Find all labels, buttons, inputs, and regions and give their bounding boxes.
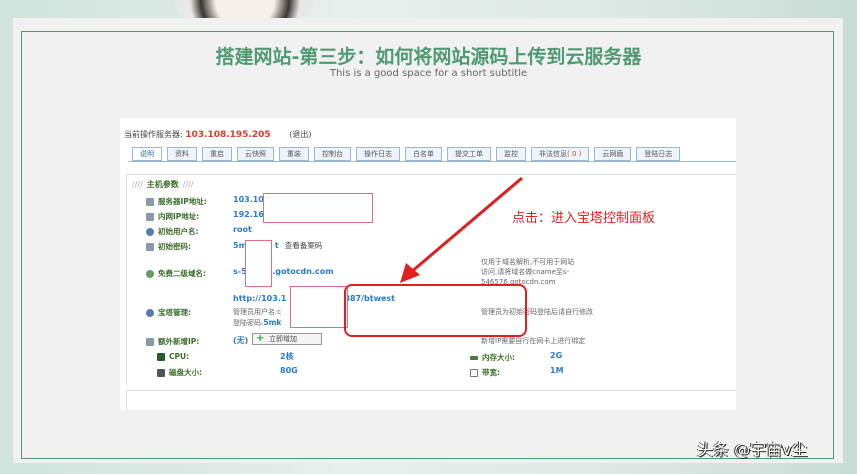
lan-ip-label: 内网IP地址:: [158, 212, 200, 221]
tab-cloud-shield[interactable]: 云网盾: [594, 147, 632, 161]
tab-console[interactable]: 控制台: [314, 147, 351, 161]
server-ip-label: 服务器IP地址:: [158, 197, 207, 206]
domain-label: 免费二级域名:: [158, 269, 206, 278]
plus-icon: +: [256, 333, 265, 344]
tab-whitelist[interactable]: 白名单: [405, 147, 442, 161]
password-tail: t: [274, 241, 279, 250]
user-value: root: [233, 225, 252, 234]
tab-info[interactable]: 说明: [132, 147, 162, 161]
illegal-count: ( 0 ): [567, 150, 582, 158]
highlight-box: [344, 284, 527, 337]
key-icon: [146, 242, 154, 251]
cpu-value: 2核: [280, 352, 294, 361]
extra-ip-note: 新增IP需要自行在网卡上进行绑定: [481, 337, 586, 345]
add-ip-label: 立即增加: [269, 335, 297, 343]
password-label: 初始密码:: [158, 242, 191, 251]
cpu-icon: [157, 352, 165, 361]
bandwidth-value: 1M: [550, 366, 564, 375]
user-icon: [146, 227, 154, 236]
redaction-box: [263, 193, 373, 223]
tab-illegal-label: 非法信息: [539, 150, 567, 158]
disk-icon: [157, 368, 165, 377]
section-header: ////主机参数////: [132, 180, 194, 189]
extra-ip-value: (无): [233, 336, 249, 345]
tab-bar: 说明 资料 重启 云快照 重装 控制台 操作日志 白名单 提交工单 监控 非法信…: [128, 147, 736, 162]
slide-subtitle: This is a good space for a short subtitl…: [329, 68, 528, 79]
watermark: 头条 @宇宙v尘: [697, 440, 808, 459]
logout-link[interactable]: (退出): [289, 130, 311, 139]
tab-data[interactable]: 资料: [167, 147, 197, 161]
globe-icon: [146, 269, 154, 278]
user-label: 初始用户名:: [158, 227, 199, 236]
lan-ip-value: 192.16: [233, 210, 264, 219]
view-record-link[interactable]: 查看备案码: [285, 241, 323, 250]
redaction-box: [290, 286, 348, 328]
cpu-label: CPU:: [169, 352, 190, 361]
annotation-callout: 点击：进入宝塔控制面板: [512, 211, 656, 226]
disk-label: 磁盘大小:: [169, 368, 202, 377]
bandwidth-label: 带宽:: [482, 368, 500, 377]
bt-admin-user: 管理员用户名:c: [233, 308, 282, 316]
domain-tail: 6.gotocdn.com: [266, 267, 334, 276]
add-ip-button[interactable]: + 立即增加: [252, 333, 322, 345]
bandwidth-icon: [470, 368, 478, 377]
tab-operation-log[interactable]: 操作日志: [356, 147, 400, 161]
slide-title: 搭建网站-第三步：如何将网站源码上传到云服务器: [215, 46, 642, 68]
bt-url: http://103.1: [233, 294, 287, 303]
memory-value: 2G: [550, 351, 563, 360]
server-icon: [146, 212, 154, 221]
current-server: 当前操作服务器: 103.108.195.205 (退出): [124, 129, 311, 140]
memory-icon: [470, 355, 478, 360]
tab-reinstall[interactable]: 重装: [279, 147, 309, 161]
extra-ip-label: 额外新增IP:: [158, 337, 200, 346]
next-section: [126, 390, 736, 410]
tab-ticket[interactable]: 提交工单: [447, 147, 491, 161]
disk-value: 80G: [280, 366, 298, 375]
redaction-box: [245, 240, 272, 287]
server-ip-value: 103.10: [233, 195, 264, 204]
tab-illegal-info[interactable]: 非法信息( 0 ): [531, 147, 590, 161]
bt-pass-value: 5mk: [263, 318, 282, 327]
tab-snapshot[interactable]: 云快照: [237, 147, 274, 161]
server-ip: 103.108.195.205: [185, 130, 271, 140]
tab-login-log[interactable]: 登陆日志: [636, 147, 681, 161]
server-label: 当前操作服务器:: [124, 130, 183, 139]
section-title: 主机参数: [146, 180, 179, 189]
tab-monitor[interactable]: 监控: [496, 147, 526, 161]
bt-pass-label: 登陆密码:: [233, 319, 264, 327]
tab-restart[interactable]: 重启: [202, 147, 232, 161]
network-icon: [146, 337, 154, 346]
server-panel-screenshot: 当前操作服务器: 103.108.195.205 (退出) 说明 资料 重启 云…: [120, 118, 736, 410]
memory-label: 内存大小:: [482, 353, 515, 362]
admin-icon: [146, 308, 154, 317]
server-icon: [146, 197, 154, 206]
arrow-icon: [400, 176, 523, 283]
bt-label: 宝塔管理:: [158, 308, 191, 317]
